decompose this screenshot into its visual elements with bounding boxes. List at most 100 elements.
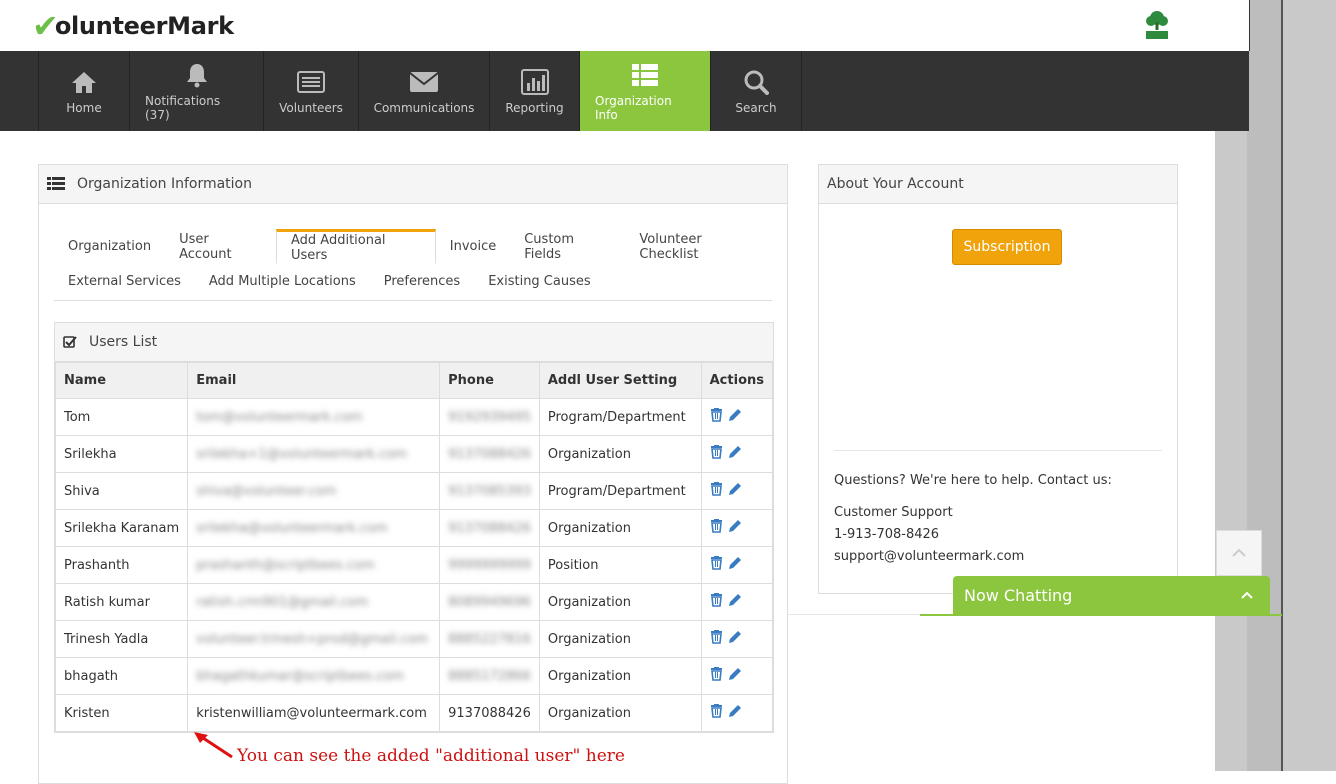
main-nav: Home Notifications (37) Volunteers Commu… bbox=[0, 51, 1249, 131]
pencil-icon[interactable] bbox=[727, 704, 742, 723]
user-actions bbox=[700, 657, 774, 695]
users-table-header-row: Name Email Phone Addl User Setting Actio… bbox=[54, 362, 774, 399]
help-text: Questions? We're here to help. Contact u… bbox=[834, 473, 1112, 488]
tab-add-multiple-locations[interactable]: Add Multiple Locations bbox=[195, 264, 370, 299]
scroll-to-top-button[interactable] bbox=[1216, 530, 1262, 576]
tab-external-services[interactable]: External Services bbox=[54, 264, 195, 299]
user-name: Kristen bbox=[54, 694, 189, 732]
pencil-icon[interactable] bbox=[727, 667, 742, 686]
tab-volunteer-checklist[interactable]: Volunteer Checklist bbox=[625, 229, 774, 264]
tab-user-account[interactable]: User Account bbox=[165, 229, 276, 264]
user-email: prashanth@scriptbees.com bbox=[196, 557, 375, 573]
users-list-title: Users List bbox=[89, 334, 158, 350]
org-tabs: Organization User Account Add Additional… bbox=[54, 229, 774, 299]
nav-communications[interactable]: Communications bbox=[359, 51, 490, 131]
nav-notifications[interactable]: Notifications (37) bbox=[130, 51, 264, 131]
chat-label: Now Chatting bbox=[964, 585, 1073, 605]
table-row: bhagath bhagathkumar@scriptbees.com 888517… bbox=[54, 657, 774, 695]
tab-preferences[interactable]: Preferences bbox=[370, 264, 474, 299]
logo-text: olunteerMark bbox=[54, 12, 234, 40]
list-icon bbox=[297, 67, 325, 97]
trash-icon[interactable] bbox=[710, 630, 723, 648]
user-phone: 9137088426 bbox=[448, 446, 531, 462]
support-email[interactable]: support@volunteermark.com bbox=[834, 549, 1024, 564]
side-divider bbox=[834, 450, 1162, 451]
pencil-icon[interactable] bbox=[727, 519, 742, 538]
user-email-cell: kristenwilliam@volunteermark.com bbox=[187, 694, 441, 732]
user-phone-cell: 9192939495 bbox=[439, 398, 540, 436]
nav-spacer bbox=[0, 51, 39, 131]
nav-organization-info-label: Organization Info bbox=[595, 94, 672, 122]
trash-icon[interactable] bbox=[710, 593, 723, 611]
chat-underline bbox=[920, 614, 1282, 616]
user-email-cell: prashanth@scriptbees.com bbox=[187, 546, 441, 584]
user-name: Prashanth bbox=[54, 546, 189, 584]
tab-organization[interactable]: Organization bbox=[54, 229, 165, 264]
annotation-arrow-icon bbox=[194, 732, 233, 759]
about-account-header: About Your Account bbox=[819, 165, 1177, 204]
tab-invoice[interactable]: Invoice bbox=[436, 229, 510, 264]
bell-icon bbox=[185, 60, 209, 90]
trash-icon[interactable] bbox=[710, 482, 723, 500]
user-phone-cell: 8885227816 bbox=[439, 620, 540, 658]
user-actions bbox=[700, 583, 774, 621]
pencil-icon[interactable] bbox=[727, 445, 742, 464]
user-email: ratish.crm901@gmail.com bbox=[196, 594, 369, 610]
nav-reporting[interactable]: Reporting bbox=[490, 51, 580, 131]
trash-icon[interactable] bbox=[710, 704, 723, 722]
col-phone: Phone bbox=[439, 362, 540, 399]
nav-home-label: Home bbox=[66, 101, 102, 115]
tabs-divider bbox=[54, 300, 772, 301]
nav-volunteers-label: Volunteers bbox=[279, 101, 343, 115]
trash-icon[interactable] bbox=[710, 667, 723, 685]
chat-widget[interactable]: Now Chatting bbox=[953, 576, 1270, 614]
pencil-icon[interactable] bbox=[727, 482, 742, 501]
user-actions bbox=[700, 620, 774, 658]
user-phone: 9137085393 bbox=[448, 483, 531, 499]
user-email-cell: ratish.crm901@gmail.com bbox=[187, 583, 441, 621]
trash-icon[interactable] bbox=[710, 556, 723, 574]
nav-volunteers[interactable]: Volunteers bbox=[264, 51, 359, 131]
table-row: Shiva shiva@volunteer.com 9137085393 Progra… bbox=[54, 472, 774, 510]
volunteermark-logo[interactable]: ✔ olunteerMark bbox=[32, 8, 234, 44]
table-row: Trinesh Yadla volunteer.trinesh+prod@gmai… bbox=[54, 620, 774, 658]
user-actions bbox=[700, 546, 774, 584]
tab-existing-causes[interactable]: Existing Causes bbox=[474, 264, 604, 299]
users-list-header: Users List bbox=[55, 323, 773, 362]
tab-row-2: External Services Add Multiple Locations… bbox=[54, 264, 774, 299]
pencil-icon[interactable] bbox=[727, 556, 742, 575]
user-phone-cell: 8089949696 bbox=[439, 583, 540, 621]
nav-organization-info[interactable]: Organization Info bbox=[580, 51, 711, 131]
scrollbar-edge bbox=[1281, 0, 1283, 771]
user-email-cell: bhagathkumar@scriptbees.com bbox=[187, 657, 441, 695]
user-setting: Organization bbox=[538, 694, 702, 732]
bar-chart-icon bbox=[520, 67, 549, 97]
user-email: srilekha@volunteermark.com bbox=[196, 520, 388, 536]
pencil-icon[interactable] bbox=[727, 630, 742, 649]
col-email: Email bbox=[187, 362, 441, 399]
user-setting: Organization bbox=[538, 657, 702, 695]
scrollbar-thumb[interactable] bbox=[1247, 0, 1281, 771]
user-actions bbox=[700, 509, 774, 547]
support-label: Customer Support bbox=[834, 505, 953, 520]
tab-custom-fields[interactable]: Custom Fields bbox=[510, 229, 625, 264]
chevron-up-icon bbox=[1232, 548, 1246, 557]
trash-icon[interactable] bbox=[710, 445, 723, 463]
support-phone: 1-913-708-8426 bbox=[834, 527, 940, 542]
organization-info-title: Organization Information bbox=[77, 176, 252, 192]
user-setting: Organization bbox=[538, 435, 702, 473]
chevron-up-icon[interactable] bbox=[1241, 591, 1253, 599]
col-name: Name bbox=[54, 362, 189, 399]
pencil-icon[interactable] bbox=[727, 408, 742, 427]
nav-search[interactable]: Search bbox=[711, 51, 802, 131]
nav-reporting-label: Reporting bbox=[505, 101, 564, 115]
subscription-button[interactable]: Subscription bbox=[952, 229, 1062, 265]
tab-add-additional-users[interactable]: Add Additional Users bbox=[275, 229, 436, 264]
trash-icon[interactable] bbox=[710, 408, 723, 426]
table-row: Srilekha Karanam srilekha@volunteermark.c… bbox=[54, 509, 774, 547]
trash-icon[interactable] bbox=[710, 519, 723, 537]
pencil-icon[interactable] bbox=[727, 593, 742, 612]
user-phone: 9137088426 bbox=[448, 705, 531, 721]
user-email-cell: volunteer.trinesh+prod@gmail.com bbox=[187, 620, 441, 658]
nav-home[interactable]: Home bbox=[39, 51, 130, 131]
